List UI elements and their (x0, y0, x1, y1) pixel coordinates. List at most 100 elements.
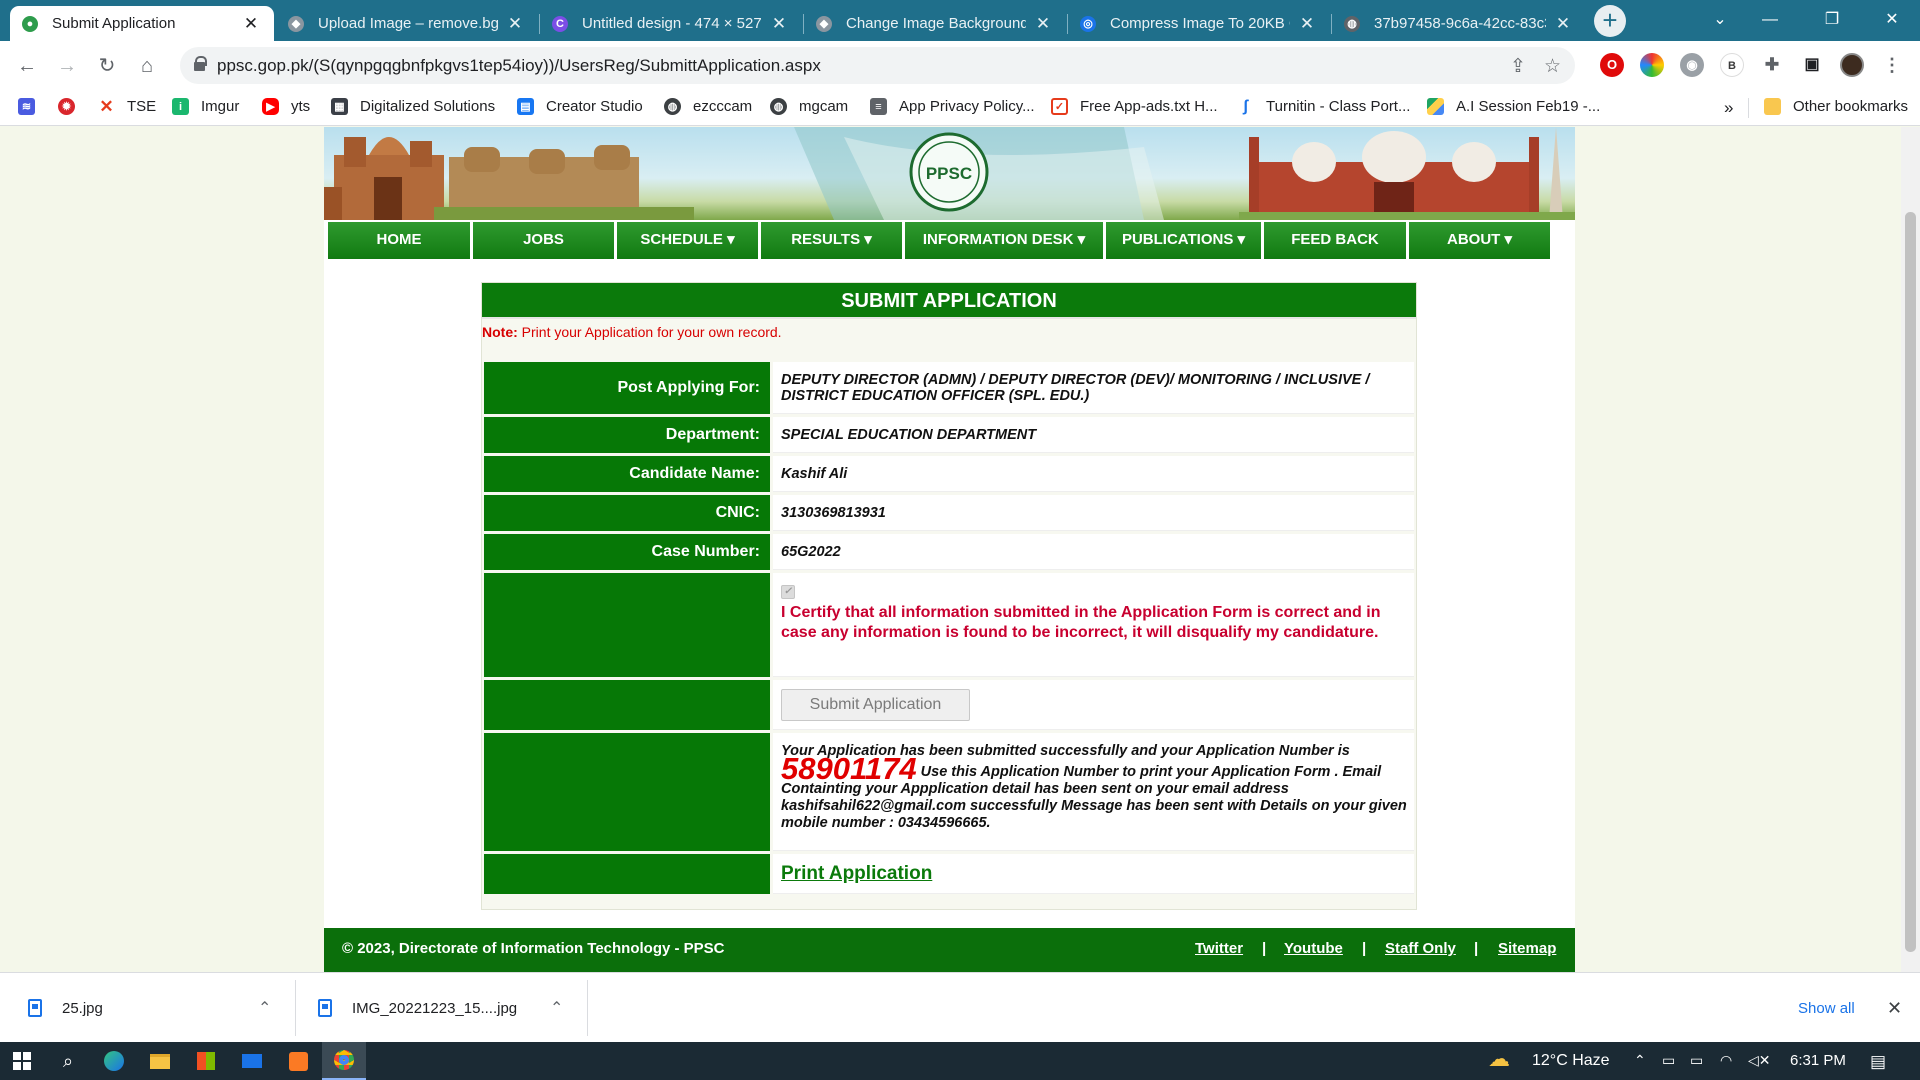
bookmark-turnitin[interactable]: ʃ Turnitin - Class Port... (1237, 98, 1410, 115)
close-tab-icon[interactable]: ✕ (1032, 14, 1054, 34)
close-tab-icon[interactable]: ✕ (504, 14, 526, 34)
extensions-puzzle-icon[interactable]: ✚ (1760, 53, 1784, 77)
home-icon[interactable]: ⌂ (132, 51, 162, 81)
store-icon[interactable] (184, 1042, 228, 1080)
image-file-icon (318, 999, 332, 1017)
bookmark-ai-session[interactable]: A.I Session Feb19 -... (1427, 98, 1600, 115)
bookmark-mgcam[interactable]: ◍ mgcam (770, 98, 848, 115)
scrollbar-thumb[interactable] (1905, 212, 1916, 952)
color-extension-icon[interactable] (1640, 53, 1664, 77)
site-footer: © 2023, Directorate of Information Techn… (324, 928, 1575, 972)
mail-icon[interactable] (230, 1042, 274, 1080)
bookmark-imgur[interactable]: i Imgur (172, 98, 239, 115)
menu-kebab-icon[interactable]: ⋮ (1880, 53, 1904, 77)
nav-publications[interactable]: PUBLICATIONS ▾ (1106, 222, 1261, 259)
bookmark-label: mgcam (799, 98, 849, 115)
certify-checkbox[interactable]: ✓ (781, 585, 795, 599)
page-scrollbar[interactable] (1901, 127, 1920, 972)
close-tab-icon[interactable]: ✕ (768, 14, 790, 34)
xampp-icon[interactable] (276, 1042, 320, 1080)
tab-remove-bg[interactable]: ◆ Upload Image – remove.bg ✕ (276, 6, 538, 41)
notifications-icon[interactable]: ▤ (1870, 1052, 1886, 1072)
battery-icon[interactable]: ▭ (1690, 1052, 1703, 1069)
chevron-up-icon[interactable]: ⌃ (258, 998, 271, 1018)
bookmark-creator-studio[interactable]: ▤ Creator Studio (517, 98, 643, 115)
bookmark-ezcccam[interactable]: ◍ ezcccam (664, 98, 752, 115)
tab-submit-application[interactable]: ● Submit Application ✕ (10, 6, 274, 41)
bookmark-star-icon[interactable]: ☆ (1544, 55, 1561, 78)
footer-link-sitemap[interactable]: Sitemap (1498, 940, 1556, 957)
footer-link-twitter[interactable]: Twitter (1195, 940, 1243, 957)
nav-information-desk[interactable]: INFORMATION DESK ▾ (905, 222, 1103, 259)
close-window-icon[interactable]: ✕ (1862, 0, 1920, 41)
tab-canva[interactable]: C Untitled design - 474 × 527 ✕ (540, 6, 802, 41)
bookmark-label: App Privacy Policy... (899, 98, 1035, 115)
download-item-25jpg[interactable]: 25.jpg ⌃ (28, 973, 278, 1043)
forward-icon[interactable]: → (52, 51, 82, 81)
restore-icon[interactable]: ❐ (1802, 0, 1862, 41)
volume-muted-icon[interactable]: ◁✕ (1748, 1052, 1771, 1069)
nav-feedback[interactable]: FEED BACK (1264, 222, 1406, 259)
clock-time[interactable]: 6:31 PM (1790, 1052, 1846, 1069)
bookmark-yts[interactable]: ▶ yts (262, 98, 310, 115)
close-tab-icon[interactable]: ✕ (1296, 14, 1318, 34)
bookmark-tse[interactable]: ✕ TSE (98, 97, 156, 116)
windows-start-icon[interactable] (0, 1042, 44, 1080)
profile-avatar[interactable] (1840, 53, 1864, 77)
bookmark-app-privacy[interactable]: ≡ App Privacy Policy... (870, 98, 1035, 115)
b-extension-icon[interactable]: B (1720, 53, 1744, 77)
panel-heading: SUBMIT APPLICATION (482, 283, 1416, 319)
chevron-up-icon[interactable]: ⌃ (550, 998, 563, 1018)
file-explorer-icon[interactable] (138, 1042, 182, 1080)
downloads-bar: 25.jpg ⌃ IMG_20221223_15....jpg ⌃ Show a… (0, 972, 1920, 1042)
tray-chevron-up-icon[interactable]: ⌃ (1634, 1052, 1646, 1069)
submit-application-button[interactable]: Submit Application (781, 688, 970, 721)
other-bookmarks-folder[interactable]: Other bookmarks (1764, 98, 1908, 115)
overflow-chevron-icon: » (1724, 98, 1734, 117)
side-panel-icon[interactable]: ▣ (1800, 53, 1824, 77)
footer-link-staff-only[interactable]: Staff Only (1385, 940, 1456, 957)
minimize-icon[interactable]: — (1740, 0, 1800, 41)
chrome-taskbar-icon[interactable] (322, 1042, 366, 1080)
new-tab-button[interactable]: + (1594, 5, 1626, 37)
print-application-link[interactable]: Print Application (781, 863, 932, 885)
print-note: Note: Print your Application for your ow… (482, 324, 782, 340)
bookmark-wave[interactable]: ≋ (18, 98, 47, 115)
bookmark-label: Digitalized Solutions (360, 98, 496, 115)
close-downloads-icon[interactable]: ✕ (1887, 973, 1902, 1043)
back-icon[interactable]: ← (12, 51, 42, 81)
bookmark-label: Turnitin - Class Port... (1266, 98, 1411, 115)
bookmark-gear[interactable]: ✹ (58, 98, 87, 115)
camera-extension-icon[interactable]: ◉ (1680, 53, 1704, 77)
edge-icon[interactable] (92, 1042, 136, 1080)
tab-compress-image[interactable]: ◎ Compress Image To 20KB O ✕ (1068, 6, 1330, 41)
tab-image-file[interactable]: ◍ 37b97458-9c6a-42cc-83c3- ✕ (1332, 6, 1586, 41)
opera-extension-icon[interactable]: O (1600, 53, 1624, 77)
close-tab-icon[interactable]: ✕ (240, 14, 262, 34)
nav-schedule[interactable]: SCHEDULE ▾ (617, 222, 758, 259)
nav-about[interactable]: ABOUT ▾ (1409, 222, 1550, 259)
address-bar[interactable]: ppsc.gop.pk/(S(qynpgqgbnfpkgvs1tep54ioy)… (180, 47, 1575, 84)
weather-icon[interactable]: ☁ (1488, 1046, 1510, 1072)
browser-toolbar: ← → ↻ ⌂ ppsc.gop.pk/(S(qynpgqgbnfpkgvs1t… (0, 41, 1920, 90)
url-text[interactable]: ppsc.gop.pk/(S(qynpgqgbnfpkgvs1tep54ioy)… (217, 56, 821, 76)
meet-now-icon[interactable]: ▭ (1662, 1052, 1675, 1069)
lock-icon[interactable] (194, 56, 207, 71)
reload-icon[interactable]: ↻ (92, 51, 122, 81)
search-icon[interactable]: ⌕ (46, 1042, 90, 1080)
wifi-icon[interactable]: ◠ (1720, 1052, 1732, 1069)
weather-text[interactable]: 12°C Haze (1532, 1052, 1610, 1070)
nav-jobs[interactable]: JOBS (473, 222, 614, 259)
bookmark-label: Free App-ads.txt H... (1080, 98, 1218, 115)
nav-home[interactable]: HOME (328, 222, 470, 259)
nav-results[interactable]: RESULTS ▾ (761, 222, 902, 259)
bookmark-digitalized[interactable]: ▦ Digitalized Solutions (331, 98, 495, 115)
tab-change-bg[interactable]: ◆ Change Image Background ✕ (804, 6, 1066, 41)
footer-link-youtube[interactable]: Youtube (1284, 940, 1343, 957)
share-icon[interactable]: ⇪ (1510, 55, 1526, 78)
show-all-downloads-button[interactable]: Show all (1798, 973, 1855, 1043)
bookmarks-overflow-button[interactable]: » (1724, 98, 1733, 118)
bookmark-app-ads[interactable]: ✓ Free App-ads.txt H... (1051, 98, 1218, 115)
download-item-img[interactable]: IMG_20221223_15....jpg ⌃ (318, 973, 568, 1043)
close-tab-icon[interactable]: ✕ (1552, 14, 1574, 34)
